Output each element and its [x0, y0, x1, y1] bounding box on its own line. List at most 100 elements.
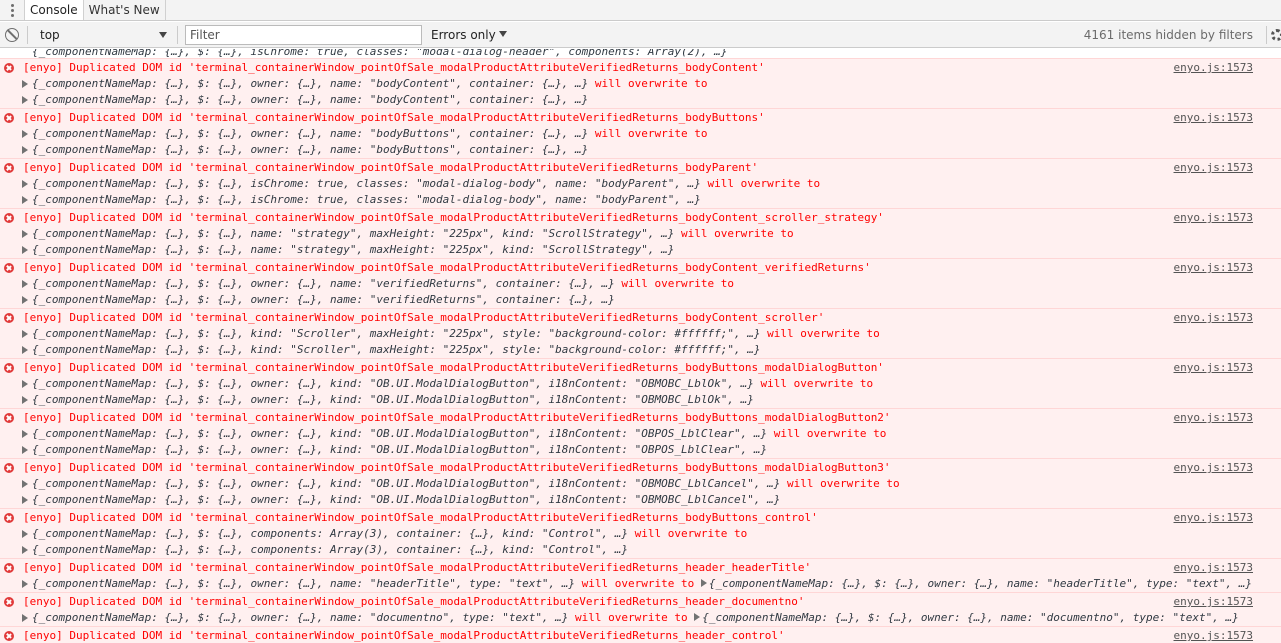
object-preview-line[interactable]: {_componentNameMap: {…}, $: {…}, name: "… — [23, 226, 794, 242]
clear-console-icon[interactable] — [5, 28, 19, 42]
source-link[interactable]: enyo.js:1573 — [1174, 360, 1253, 376]
object-preview-line[interactable]: {_componentNameMap: {…}, $: {…}, owner: … — [23, 126, 708, 142]
source-link[interactable]: enyo.js:1573 — [1174, 560, 1253, 576]
object-preview-line[interactable]: {_componentNameMap: {…}, $: {…}, owner: … — [23, 576, 1252, 592]
object-preview[interactable]: {_componentNameMap: {…}, $: {…}, owner: … — [23, 577, 575, 590]
object-preview-line[interactable]: {_componentNameMap: {…}, $: {…}, owner: … — [23, 76, 708, 92]
object-preview-line[interactable]: {_componentNameMap: {…}, $: {…}, compone… — [23, 526, 747, 542]
object-preview[interactable]: {_componentNameMap: {…}, $: {…}, name: "… — [23, 243, 674, 256]
log-level-label: Errors only — [431, 28, 496, 42]
object-preview-line[interactable]: {_componentNameMap: {…}, $: {…}, name: "… — [23, 242, 674, 258]
source-link[interactable]: enyo.js:1573 — [1174, 260, 1253, 276]
console-messages[interactable]: {_componentNameMap: {…}, $: {…}, isChrom… — [0, 49, 1281, 643]
context-selector[interactable]: top — [33, 25, 173, 45]
object-preview[interactable]: {_componentNameMap: {…}, $: {…}, owner: … — [23, 77, 588, 90]
tab-whats-new[interactable]: What's New — [84, 0, 166, 20]
object-preview[interactable]: {_componentNameMap: {…}, $: {…}, kind: "… — [23, 327, 760, 340]
object-preview[interactable]: {_componentNameMap: {…}, $: {…}, owner: … — [23, 293, 615, 306]
object-preview-line[interactable]: {_componentNameMap: {…}, $: {…}, owner: … — [23, 426, 886, 442]
source-link[interactable]: enyo.js:1573 — [1174, 410, 1253, 426]
console-error-entry: [enyo] Duplicated DOM id 'terminal_conta… — [0, 108, 1281, 158]
source-link[interactable]: enyo.js:1573 — [1174, 594, 1253, 610]
error-message: [enyo] Duplicated DOM id 'terminal_conta… — [23, 629, 785, 642]
object-preview[interactable]: {_componentNameMap: {…}, $: {…}, owner: … — [23, 443, 767, 456]
context-label: top — [40, 28, 60, 42]
object-preview[interactable]: {_componentNameMap: {…}, $: {…}, owner: … — [23, 143, 588, 156]
object-preview[interactable]: {_componentNameMap: {…}, $: {…}, owner: … — [23, 377, 754, 390]
error-message: [enyo] Duplicated DOM id 'terminal_conta… — [23, 511, 818, 524]
object-preview-line[interactable]: {_componentNameMap: {…}, $: {…}, isChrom… — [23, 176, 820, 192]
object-preview[interactable]: {_componentNameMap: {…}, $: {…}, compone… — [23, 543, 628, 556]
object-preview-line[interactable]: {_componentNameMap: {…}, $: {…}, isChrom… — [23, 192, 701, 208]
object-preview-line[interactable]: {_componentNameMap: {…}, $: {…}, owner: … — [23, 442, 767, 458]
object-preview[interactable]: {_componentNameMap: {…}, $: {…}, owner: … — [23, 393, 754, 406]
object-preview-line[interactable]: {_componentNameMap: {…}, $: {…}, compone… — [23, 542, 628, 558]
error-message: [enyo] Duplicated DOM id 'terminal_conta… — [23, 361, 884, 374]
expand-triangle-icon[interactable] — [694, 613, 701, 621]
object-preview-line[interactable]: {_componentNameMap: {…}, $: {…}, owner: … — [23, 376, 873, 392]
console-toolbar: top Errors only 4161 items hidden by fil… — [0, 22, 1281, 48]
error-icon — [4, 63, 14, 73]
object-preview[interactable]: {_componentNameMap: {…}, $: {…}, owner: … — [702, 611, 1238, 624]
object-preview-line[interactable]: {_componentNameMap: {…}, $: {…}, owner: … — [23, 142, 588, 158]
error-icon — [4, 163, 14, 173]
object-preview[interactable]: {_componentNameMap: {…}, $: {…}, owner: … — [23, 93, 588, 106]
object-preview-line[interactable]: {_componentNameMap: {…}, $: {…}, owner: … — [23, 92, 588, 108]
source-link[interactable]: enyo.js:1573 — [1174, 510, 1253, 526]
gear-icon[interactable] — [1269, 27, 1281, 42]
expand-triangle-icon[interactable] — [700, 579, 707, 587]
console-error-entry: [enyo] Duplicated DOM id 'terminal_conta… — [0, 408, 1281, 458]
object-preview-line[interactable]: {_componentNameMap: {…}, $: {…}, kind: "… — [23, 326, 880, 342]
overwrite-text: will overwrite to — [628, 527, 748, 540]
source-link[interactable]: enyo.js:1573 — [1174, 310, 1253, 326]
error-icon — [4, 463, 14, 473]
filter-input[interactable] — [185, 25, 422, 45]
object-preview[interactable]: {_componentNameMap: {…}, $: {…}, name: "… — [23, 227, 674, 240]
overwrite-text: will overwrite to — [674, 227, 794, 240]
source-link[interactable]: enyo.js:1573 — [1174, 160, 1253, 176]
devtools-tab-bar: Console What's New — [0, 0, 1281, 21]
object-preview[interactable]: {_componentNameMap: {…}, $: {…}, owner: … — [23, 277, 615, 290]
source-link[interactable]: enyo.js:1573 — [1174, 460, 1253, 476]
object-preview-line[interactable]: {_componentNameMap: {…}, $: {…}, owner: … — [23, 476, 900, 492]
source-link[interactable]: enyo.js:1573 — [1174, 210, 1253, 226]
chevron-down-icon — [159, 32, 167, 38]
console-error-entry: [enyo] Duplicated DOM id 'terminal_conta… — [0, 308, 1281, 358]
error-icon — [4, 413, 14, 423]
tab-console[interactable]: Console — [24, 0, 84, 20]
object-preview-line[interactable]: {_componentNameMap: {…}, $: {…}, kind: "… — [23, 342, 760, 358]
error-icon — [4, 213, 14, 223]
source-link[interactable]: enyo.js:1573 — [1174, 110, 1253, 126]
object-preview-line[interactable]: {_componentNameMap: {…}, $: {…}, owner: … — [23, 492, 780, 508]
console-error-entry: [enyo] Duplicated DOM id 'terminal_conta… — [0, 508, 1281, 558]
toolbar-divider — [27, 26, 28, 44]
partial-object-preview[interactable]: {_componentNameMap: {…}, $: {…}, isChrom… — [23, 49, 727, 58]
object-preview[interactable]: {_componentNameMap: {…}, $: {…}, kind: "… — [23, 343, 760, 356]
log-level-dropdown[interactable]: Errors only — [431, 25, 507, 45]
object-preview[interactable]: {_componentNameMap: {…}, $: {…}, owner: … — [23, 127, 588, 140]
object-preview-line[interactable]: {_componentNameMap: {…}, $: {…}, owner: … — [23, 610, 1239, 626]
object-preview-line[interactable]: {_componentNameMap: {…}, $: {…}, owner: … — [23, 392, 754, 408]
object-preview[interactable]: {_componentNameMap: {…}, $: {…}, owner: … — [23, 427, 767, 440]
source-link[interactable]: enyo.js:1573 — [1174, 628, 1253, 643]
source-link[interactable]: enyo.js:1573 — [1174, 60, 1253, 76]
chevron-down-icon — [498, 31, 507, 37]
error-message: [enyo] Duplicated DOM id 'terminal_conta… — [23, 411, 891, 424]
overwrite-text: will overwrite to — [614, 277, 735, 290]
object-preview[interactable]: {_componentNameMap: {…}, $: {…}, owner: … — [709, 577, 1252, 590]
error-icon — [4, 113, 14, 123]
object-preview[interactable]: {_componentNameMap: {…}, $: {…}, owner: … — [23, 477, 780, 490]
object-preview[interactable]: {_componentNameMap: {…}, $: {…}, compone… — [23, 527, 628, 540]
toolbar-divider — [177, 26, 178, 44]
more-options-icon[interactable] — [0, 0, 24, 20]
object-preview-line[interactable]: {_componentNameMap: {…}, $: {…}, owner: … — [23, 276, 734, 292]
object-preview[interactable]: {_componentNameMap: {…}, $: {…}, owner: … — [23, 493, 780, 506]
overwrite-text: will overwrite to — [588, 127, 708, 140]
overwrite-text: will overwrite to — [753, 377, 874, 390]
error-message: [enyo] Duplicated DOM id 'terminal_conta… — [23, 61, 765, 74]
error-message: [enyo] Duplicated DOM id 'terminal_conta… — [23, 111, 765, 124]
object-preview[interactable]: {_componentNameMap: {…}, $: {…}, owner: … — [23, 611, 568, 624]
object-preview[interactable]: {_componentNameMap: {…}, $: {…}, isChrom… — [23, 177, 701, 190]
object-preview-line[interactable]: {_componentNameMap: {…}, $: {…}, owner: … — [23, 292, 615, 308]
object-preview[interactable]: {_componentNameMap: {…}, $: {…}, isChrom… — [23, 193, 701, 206]
